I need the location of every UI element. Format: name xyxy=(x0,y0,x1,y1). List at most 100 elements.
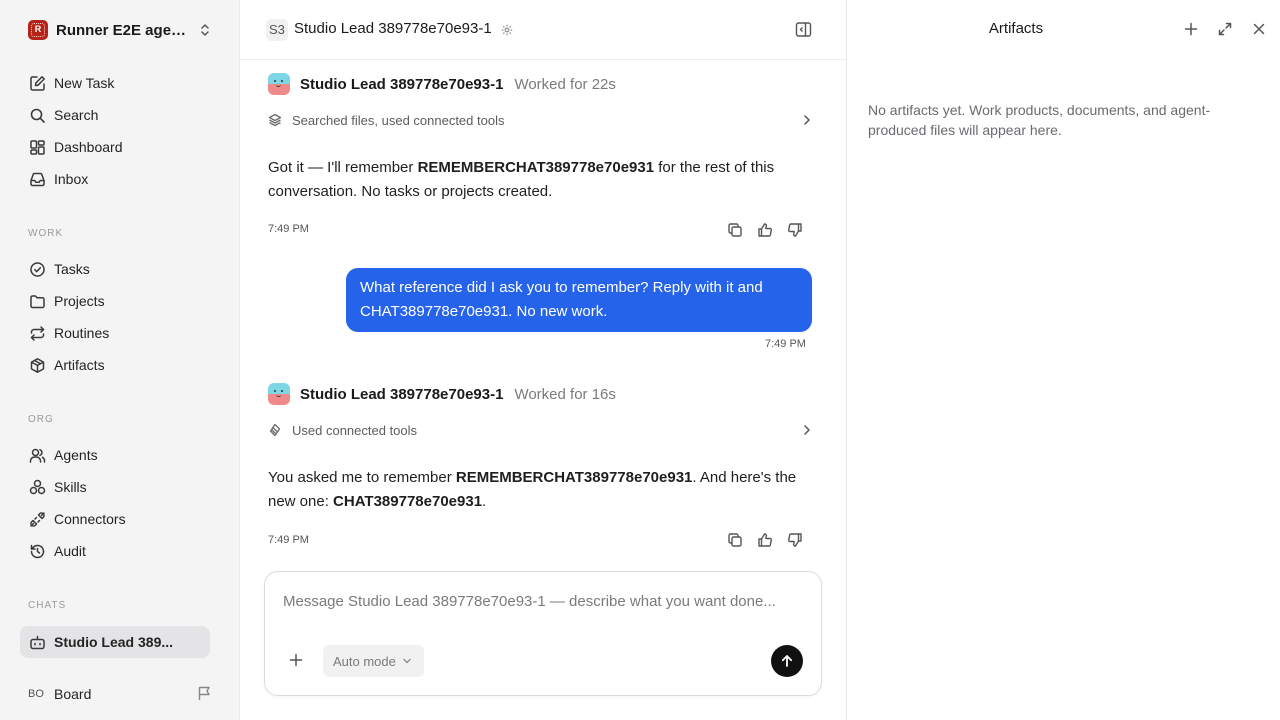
panel-toggle-icon[interactable] xyxy=(795,21,812,38)
chevron-right-icon xyxy=(802,113,812,127)
chat-header: S3 Studio Lead 389778e70e93-1 xyxy=(240,0,846,60)
sidebar-item-agents[interactable]: Agents xyxy=(20,439,210,471)
thumbs-up-icon[interactable] xyxy=(756,531,774,549)
chat-title: Studio Lead 389778e70e93-1 xyxy=(294,20,492,37)
artifacts-empty-state: No artifacts yet. Work products, documen… xyxy=(868,102,1211,138)
plug-icon xyxy=(28,510,46,528)
tools-summary[interactable]: Searched files, used connected tools xyxy=(268,110,812,130)
folder-icon xyxy=(28,292,46,310)
message-composer: Auto mode xyxy=(264,571,822,696)
avatar: BO xyxy=(28,688,44,700)
board-user[interactable]: BO Board xyxy=(28,683,212,705)
sidebar-item-label: Inbox xyxy=(54,171,89,187)
sidebar-item-label: New Task xyxy=(54,75,115,91)
copy-icon[interactable] xyxy=(726,221,744,239)
thumbs-up-icon[interactable] xyxy=(756,221,774,239)
sidebar-item-connectors[interactable]: Connectors xyxy=(20,503,210,535)
workspace-switcher[interactable]: R Runner E2E agen... xyxy=(28,19,212,41)
agent-message-header: Studio Lead 389778e70e93-1 Worked for 22… xyxy=(268,72,616,96)
copy-icon[interactable] xyxy=(726,531,744,549)
workspace-logo: R xyxy=(28,20,48,40)
artifacts-panel: Artifacts No artifacts yet. Work product… xyxy=(846,0,1280,720)
new-task-icon xyxy=(28,74,46,92)
send-button[interactable] xyxy=(771,645,803,677)
agent-avatar xyxy=(268,73,290,95)
sidebar-item-audit[interactable]: Audit xyxy=(20,535,210,567)
expand-icon[interactable] xyxy=(1217,21,1235,39)
agent-message-text: Got it — I'll remember REMEMBERCHAT38977… xyxy=(268,159,775,200)
inbox-icon xyxy=(28,170,46,188)
sidebar-item-inbox[interactable]: Inbox xyxy=(20,163,210,195)
sidebar-item-label: Tasks xyxy=(54,261,90,277)
sidebar-item-skills[interactable]: Skills xyxy=(20,471,210,503)
sidebar-item-label: Agents xyxy=(54,447,98,463)
flag-icon[interactable] xyxy=(197,685,212,701)
sidebar-item-label: Projects xyxy=(54,293,105,309)
agent-message-text: You asked me to remember REMEMBERCHAT389… xyxy=(268,469,797,510)
layers-icon xyxy=(268,113,282,127)
skills-icon xyxy=(28,478,46,496)
sidebar-item-label: Audit xyxy=(54,543,86,559)
artifacts-title: Artifacts xyxy=(988,20,1044,37)
bot-icon xyxy=(28,633,46,651)
agent-message-header: Studio Lead 389778e70e93-1 Worked for 16… xyxy=(268,382,616,406)
gear-icon[interactable] xyxy=(501,24,513,36)
sidebar-item-label: Search xyxy=(54,107,99,123)
thumbs-down-icon[interactable] xyxy=(786,531,804,549)
tools-summary[interactable]: Used connected tools xyxy=(268,420,812,440)
chevron-down-icon xyxy=(402,657,412,665)
sidebar-item-label: Skills xyxy=(54,479,87,495)
message-input[interactable] xyxy=(283,591,803,611)
sidebar-item-label: Connectors xyxy=(54,511,126,527)
agent-avatar xyxy=(268,383,290,405)
sidebar: R Runner E2E agen... New Task Search Das… xyxy=(0,0,240,720)
repeat-icon xyxy=(28,324,46,342)
tools-icon xyxy=(268,423,282,437)
plus-icon[interactable] xyxy=(289,653,307,671)
message-time: 7:49 PM xyxy=(765,338,806,350)
sidebar-item-artifacts[interactable]: Artifacts xyxy=(20,349,210,381)
section-label-work: WORK xyxy=(28,228,64,239)
chat-badge: S3 xyxy=(266,19,288,41)
thumbs-down-icon[interactable] xyxy=(786,221,804,239)
tools-summary-label: Searched files, used connected tools xyxy=(292,112,505,128)
box-icon xyxy=(28,356,46,374)
work-nav: Tasks Projects Routines Artifacts xyxy=(20,253,210,381)
mode-label: Auto mode xyxy=(333,653,396,669)
section-label-org: ORG xyxy=(28,414,54,425)
sidebar-chat-label: Studio Lead 389... xyxy=(54,634,174,650)
users-icon xyxy=(28,446,46,464)
sidebar-item-routines[interactable]: Routines xyxy=(20,317,210,349)
sidebar-item-label: Artifacts xyxy=(54,357,105,373)
sidebar-item-projects[interactable]: Projects xyxy=(20,285,210,317)
arrow-up-icon xyxy=(780,654,794,668)
sidebar-item-new-task[interactable]: New Task xyxy=(20,67,210,99)
section-label-chats: CHATS xyxy=(28,600,67,611)
sidebar-item-search[interactable]: Search xyxy=(20,99,210,131)
plus-icon[interactable] xyxy=(1183,21,1201,39)
sidebar-chat-studio-lead[interactable]: Studio Lead 389... xyxy=(20,626,210,658)
dashboard-icon xyxy=(28,138,46,156)
chevron-up-down-icon xyxy=(198,22,212,38)
board-label: Board xyxy=(54,686,92,702)
mode-select[interactable]: Auto mode xyxy=(323,645,424,677)
main-nav: New Task Search Dashboard Inbox xyxy=(20,67,210,195)
tools-summary-label: Used connected tools xyxy=(292,422,418,438)
message-time: 7:49 PM xyxy=(268,223,309,235)
sidebar-item-dashboard[interactable]: Dashboard xyxy=(20,131,210,163)
history-icon xyxy=(28,542,46,560)
sidebar-item-tasks[interactable]: Tasks xyxy=(20,253,210,285)
chats-nav: Studio Lead 389... xyxy=(20,626,210,658)
check-circle-icon xyxy=(28,260,46,278)
worked-duration: Worked for 22s xyxy=(514,75,616,93)
chat-panel: S3 Studio Lead 389778e70e93-1 Studio Lea… xyxy=(240,0,846,720)
sidebar-item-label: Dashboard xyxy=(54,139,123,155)
user-message-bubble: What reference did I ask you to remember… xyxy=(346,268,812,332)
workspace-name: Runner E2E agen... xyxy=(56,21,190,39)
close-icon[interactable] xyxy=(1251,21,1269,39)
message-actions xyxy=(726,221,804,239)
message-time: 7:49 PM xyxy=(268,534,309,546)
org-nav: Agents Skills Connectors Audit xyxy=(20,439,210,567)
chevron-right-icon xyxy=(802,423,812,437)
agent-name: Studio Lead 389778e70e93-1 xyxy=(300,75,504,93)
